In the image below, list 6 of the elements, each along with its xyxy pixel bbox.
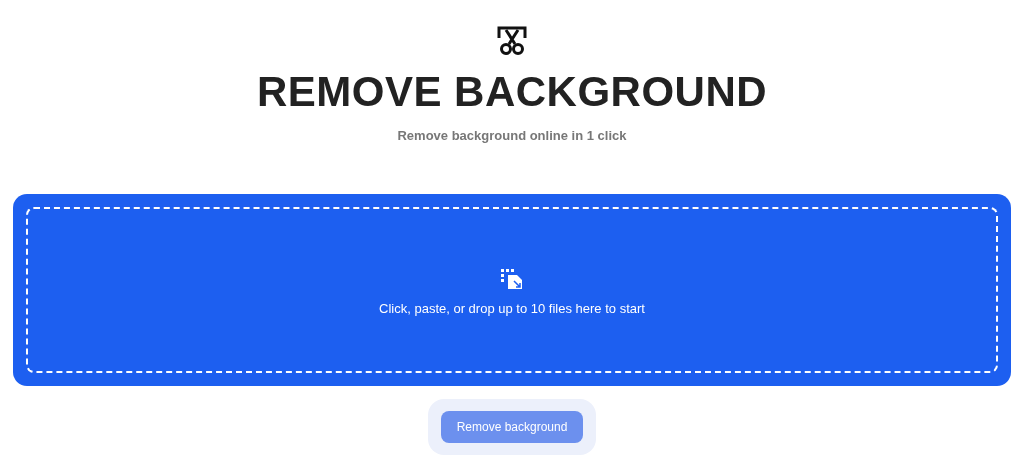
scissors-icon xyxy=(497,26,527,56)
dropzone-prompt: Click, paste, or drop up to 10 files here to start xyxy=(379,300,645,316)
subtitle: Remove background online in 1 click xyxy=(397,128,627,143)
upload-dropzone[interactable]: Click, paste, or drop up to 10 files here to start xyxy=(13,194,1011,386)
upload-icon xyxy=(501,268,523,291)
page-title: REMOVE BACKGROUND xyxy=(256,68,768,116)
